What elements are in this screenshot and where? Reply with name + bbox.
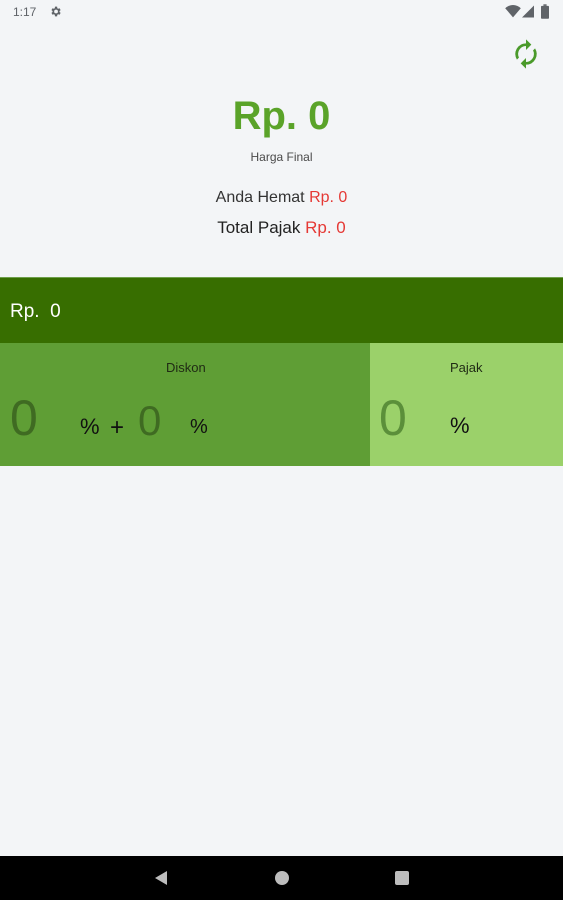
total-tax-value: Rp. 0 [305, 218, 346, 237]
status-time: 1:17 [13, 5, 37, 19]
discount-label: Diskon [166, 360, 206, 375]
savings-label: Anda Hemat [215, 189, 305, 206]
refresh-icon[interactable] [510, 38, 542, 70]
home-icon[interactable] [274, 870, 290, 886]
total-tax-line: Total Pajak Rp. 0 [0, 218, 563, 238]
discount-input-1[interactable]: 0 [10, 393, 38, 443]
tax-panel: Pajak 0 % [370, 343, 563, 466]
final-price: Rp. 0 [232, 94, 331, 138]
discount-panel: Diskon 0 % + 0 % [0, 343, 370, 466]
discount-percent-1: % [80, 414, 100, 439]
price-input-value: Rp. 0 [10, 301, 61, 322]
total-tax-label: Total Pajak [217, 218, 301, 237]
price-input-field[interactable]: Rp. 0 [0, 277, 563, 343]
discount-percent-2: % [190, 416, 208, 438]
savings-line: Anda Hemat Rp. 0 [0, 189, 563, 207]
discount-input-2[interactable]: 0 [138, 400, 161, 442]
wifi-icon [505, 5, 521, 18]
signal-icon [522, 5, 534, 18]
tax-label: Pajak [450, 360, 483, 375]
settings-icon [51, 6, 61, 17]
navigation-bar [0, 856, 563, 900]
battery-icon [541, 4, 549, 19]
savings-value: Rp. 0 [309, 189, 348, 206]
recents-icon[interactable] [395, 871, 409, 885]
tax-percent: % [450, 413, 470, 438]
status-bar: 1:17 [0, 0, 563, 24]
back-icon[interactable] [153, 870, 169, 886]
discount-plus: + [110, 414, 125, 441]
final-price-label: Harga Final [250, 150, 313, 164]
tax-input[interactable]: 0 [379, 393, 407, 443]
